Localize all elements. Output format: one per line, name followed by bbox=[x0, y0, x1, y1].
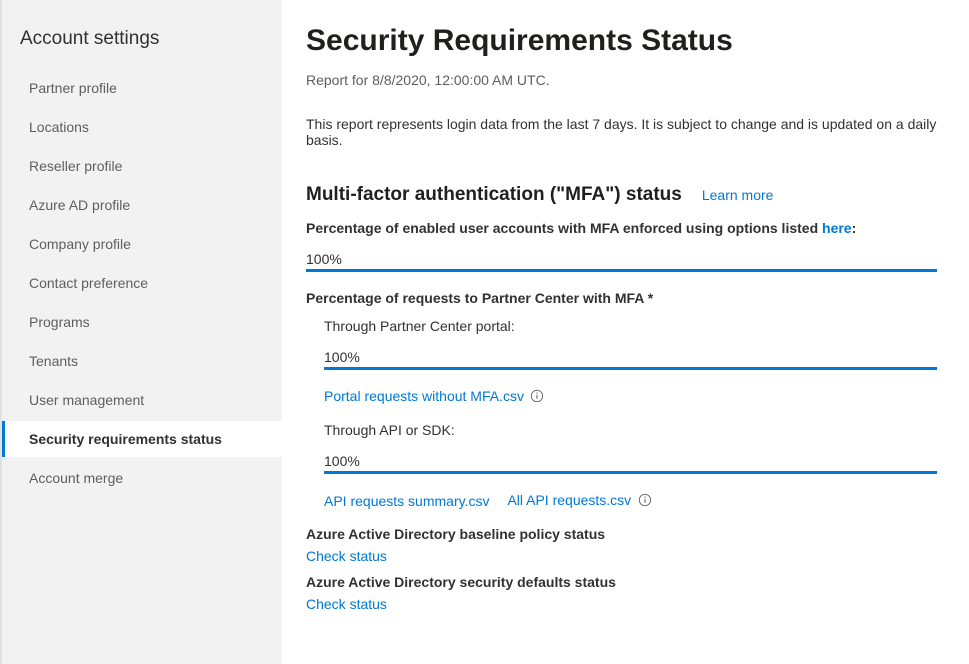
portal-progress: 100% bbox=[324, 346, 937, 370]
sidebar-item-azure-ad-profile[interactable]: Azure AD profile bbox=[2, 187, 282, 223]
sidebar-title: Account settings bbox=[2, 28, 282, 70]
report-description: This report represents login data from t… bbox=[306, 116, 937, 148]
api-progress: 100% bbox=[324, 450, 937, 474]
api-label: Through API or SDK: bbox=[324, 422, 937, 438]
sidebar-item-label: User management bbox=[29, 392, 144, 408]
api-summary-csv-link[interactable]: API requests summary.csv bbox=[324, 493, 489, 509]
sidebar: Account settings Partner profile Locatio… bbox=[0, 0, 282, 664]
sidebar-item-locations[interactable]: Locations bbox=[2, 109, 282, 145]
all-api-csv-wrapper: All API requests.csv bbox=[507, 492, 651, 510]
sidebar-item-label: Security requirements status bbox=[29, 431, 222, 447]
sidebar-item-programs[interactable]: Programs bbox=[2, 304, 282, 340]
sidebar-item-label: Azure AD profile bbox=[29, 197, 130, 213]
info-icon[interactable] bbox=[638, 493, 652, 507]
options-here-link[interactable]: here bbox=[822, 220, 852, 236]
portal-label: Through Partner Center portal: bbox=[324, 318, 937, 334]
sidebar-item-label: Tenants bbox=[29, 353, 78, 369]
enabled-accounts-label: Percentage of enabled user accounts with… bbox=[306, 220, 937, 236]
defaults-check-status-link[interactable]: Check status bbox=[306, 596, 387, 612]
sidebar-item-contact-preference[interactable]: Contact preference bbox=[2, 265, 282, 301]
api-value: 100% bbox=[324, 453, 360, 469]
enabled-accounts-progress: 100% bbox=[306, 248, 937, 272]
mfa-heading: Multi-factor authentication ("MFA") stat… bbox=[306, 184, 682, 206]
all-api-csv-link[interactable]: All API requests.csv bbox=[507, 492, 631, 508]
sidebar-item-label: Account merge bbox=[29, 470, 123, 486]
sidebar-item-label: Contact preference bbox=[29, 275, 148, 291]
sidebar-item-security-requirements-status[interactable]: Security requirements status bbox=[2, 421, 282, 457]
info-icon[interactable] bbox=[530, 389, 544, 403]
sidebar-item-partner-profile[interactable]: Partner profile bbox=[2, 70, 282, 106]
portal-csv-wrapper: Portal requests without MFA.csv bbox=[324, 388, 544, 406]
page-title: Security Requirements Status bbox=[306, 24, 937, 58]
sidebar-item-label: Company profile bbox=[29, 236, 131, 252]
report-prefix: Report for bbox=[306, 72, 372, 88]
baseline-check-status-link[interactable]: Check status bbox=[306, 548, 387, 564]
requests-label: Percentage of requests to Partner Center… bbox=[306, 290, 937, 306]
learn-more-link[interactable]: Learn more bbox=[702, 187, 774, 203]
sidebar-item-label: Reseller profile bbox=[29, 158, 122, 174]
sidebar-item-account-merge[interactable]: Account merge bbox=[2, 460, 282, 496]
security-defaults-title: Azure Active Directory security defaults… bbox=[306, 574, 937, 590]
sidebar-item-label: Locations bbox=[29, 119, 89, 135]
portal-csv-link[interactable]: Portal requests without MFA.csv bbox=[324, 388, 524, 404]
sidebar-item-label: Partner profile bbox=[29, 80, 117, 96]
report-timestamp: 8/8/2020, 12:00:00 AM UTC. bbox=[372, 72, 549, 88]
sidebar-item-user-management[interactable]: User management bbox=[2, 382, 282, 418]
enabled-accounts-value: 100% bbox=[306, 251, 342, 267]
baseline-policy-title: Azure Active Directory baseline policy s… bbox=[306, 526, 937, 542]
portal-value: 100% bbox=[324, 349, 360, 365]
sidebar-item-reseller-profile[interactable]: Reseller profile bbox=[2, 148, 282, 184]
sidebar-item-label: Programs bbox=[29, 314, 90, 330]
sidebar-item-company-profile[interactable]: Company profile bbox=[2, 226, 282, 262]
main-content: Security Requirements Status Report for … bbox=[282, 0, 969, 664]
report-line: Report for 8/8/2020, 12:00:00 AM UTC. bbox=[306, 72, 937, 88]
mfa-heading-row: Multi-factor authentication ("MFA") stat… bbox=[306, 184, 937, 206]
sidebar-item-tenants[interactable]: Tenants bbox=[2, 343, 282, 379]
